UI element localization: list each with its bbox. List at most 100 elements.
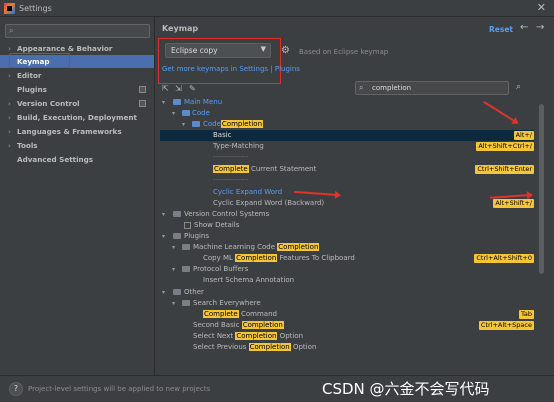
action-search-field[interactable]: ⌕ completion bbox=[355, 81, 509, 95]
more-keymaps-link[interactable]: Get more keymaps in Settings | Plugins bbox=[162, 65, 300, 73]
settings-sidebar: ⌕ › Appearance & Behavior Keymap › Edito… bbox=[0, 17, 155, 375]
help-button[interactable]: ? bbox=[9, 382, 23, 396]
sidebar-item-plugins[interactable]: Plugins bbox=[0, 83, 154, 96]
tree-row-insert-schema[interactable]: Insert Schema Annotation bbox=[160, 275, 534, 286]
keymap-select[interactable]: Eclipse copy ▼ bbox=[165, 43, 271, 58]
tree-row-code[interactable]: ▾ Code bbox=[160, 108, 534, 119]
expanded-icon: ▾ bbox=[172, 266, 176, 273]
tree-scrollbar[interactable] bbox=[539, 99, 544, 361]
tree-row-show-details[interactable]: Show Details bbox=[160, 220, 534, 231]
find-by-shortcut-icon[interactable]: ⌕ bbox=[516, 82, 521, 92]
tree-row-search-everywhere[interactable]: ▾ Search Everywhere bbox=[160, 298, 534, 309]
tree-row-basic[interactable]: Basic Alt+/ bbox=[160, 130, 534, 141]
folder-icon bbox=[173, 99, 181, 105]
sidebar-item-advanced[interactable]: Advanced Settings bbox=[0, 153, 154, 166]
folder-icon bbox=[182, 110, 190, 116]
search-icon: ⌕ bbox=[359, 83, 364, 92]
back-arrow-icon[interactable]: ← bbox=[520, 22, 528, 33]
tree-row-code-completion[interactable]: ▾ CodeCompletion bbox=[160, 119, 534, 130]
folder-icon bbox=[192, 121, 200, 127]
tree-row-separator: -------------- bbox=[160, 175, 534, 186]
sidebar-search[interactable]: ⌕ bbox=[5, 24, 150, 38]
tree-row-second-basic[interactable]: Second Basic Completion Ctrl+Alt+Space bbox=[160, 320, 534, 331]
tree-row-protocol-buffers[interactable]: ▾ Protocol Buffers bbox=[160, 264, 534, 275]
based-on-label: Based on Eclipse keymap bbox=[299, 48, 389, 56]
tree-row-select-previous[interactable]: Select Previous Completion Option bbox=[160, 342, 534, 353]
sidebar-item-build[interactable]: › Build, Execution, Deployment bbox=[0, 111, 154, 124]
sidebar-item-version-control[interactable]: › Version Control bbox=[0, 97, 154, 110]
tree-label: Complete Current Statement bbox=[213, 165, 317, 173]
tree-row-select-next[interactable]: Select Next Completion Option bbox=[160, 331, 534, 342]
project-scope-icon bbox=[139, 100, 146, 107]
tree-label: Cyclic Expand Word bbox=[213, 188, 283, 196]
tree-label: Main Menu bbox=[184, 98, 223, 106]
shortcut-badge: Alt+Shift+/ bbox=[493, 199, 534, 208]
tree-label: Machine Learning Code Completion bbox=[193, 243, 320, 251]
tree-row-type-matching[interactable]: Type-Matching Alt+Shift+Ctrl+/ bbox=[160, 141, 534, 152]
expanded-icon: ▾ bbox=[172, 110, 176, 117]
tree-row-complete-current-statement[interactable]: Complete Current Statement Ctrl+Shift+En… bbox=[160, 164, 534, 175]
tree-row-ml-completion[interactable]: ▾ Machine Learning Code Completion bbox=[160, 242, 534, 253]
tree-row-plugins[interactable]: ▾ Plugins bbox=[160, 231, 534, 242]
tree-label: Version Control Systems bbox=[184, 210, 270, 218]
sidebar-item-label: Plugins bbox=[17, 85, 47, 94]
separator: -------------- bbox=[213, 176, 249, 184]
collapse-all-icon[interactable]: ⇲ bbox=[175, 84, 182, 93]
tree-label: Select Next Completion Option bbox=[193, 332, 304, 340]
chevron-down-icon: ▼ bbox=[260, 45, 266, 53]
tree-label: Basic bbox=[213, 131, 232, 139]
keymap-select-value: Eclipse copy bbox=[171, 46, 218, 55]
sidebar-item-editor[interactable]: › Editor bbox=[0, 69, 154, 82]
expanded-icon: ▾ bbox=[172, 300, 176, 307]
sidebar-item-label: Version Control bbox=[17, 99, 80, 108]
tree-row-separator: -------------- bbox=[160, 152, 534, 163]
expanded-icon: ▾ bbox=[162, 289, 166, 296]
folder-icon bbox=[173, 289, 181, 295]
expanded-icon: ▾ bbox=[162, 99, 166, 106]
folder-icon bbox=[182, 244, 190, 250]
scrollbar-thumb[interactable] bbox=[539, 104, 544, 274]
folder-icon bbox=[173, 211, 181, 217]
tree-row-complete-command[interactable]: Complete Command Tab bbox=[160, 309, 534, 320]
sidebar-item-label: Languages & Frameworks bbox=[17, 127, 122, 136]
chevron-right-icon: › bbox=[8, 71, 11, 80]
watermark: CSDN @六金不会写代码 bbox=[322, 380, 490, 398]
sidebar-item-label: Editor bbox=[17, 71, 42, 80]
expanded-icon: ▾ bbox=[162, 211, 166, 218]
tree-row-copy-ml[interactable]: Copy ML Completion Features To Clipboard… bbox=[160, 253, 534, 264]
tree-row-vcs[interactable]: ▾ Version Control Systems bbox=[160, 209, 534, 220]
close-icon[interactable]: ✕ bbox=[537, 1, 546, 14]
edit-pencil-icon[interactable]: ✎ bbox=[189, 84, 196, 93]
chevron-right-icon: › bbox=[8, 113, 11, 122]
sidebar-item-tools[interactable]: › Tools bbox=[0, 139, 154, 152]
tree-label: CodeCompletion bbox=[203, 120, 264, 128]
tree-label: Type-Matching bbox=[213, 142, 264, 150]
tree-row-other[interactable]: ▾ Other bbox=[160, 287, 534, 298]
sidebar-item-label: Build, Execution, Deployment bbox=[17, 113, 137, 122]
tree-label: Other bbox=[184, 288, 204, 296]
annotation-box-keymap bbox=[9, 53, 70, 68]
expanded-icon: ▾ bbox=[162, 233, 166, 240]
reset-link[interactable]: Reset bbox=[489, 25, 513, 34]
intellij-logo-icon bbox=[4, 2, 15, 14]
tree-row-main-menu[interactable]: ▾ Main Menu bbox=[160, 97, 534, 108]
tree-label: Code bbox=[192, 109, 210, 117]
tree-label: Second Basic Completion bbox=[193, 321, 284, 329]
sidebar-search-input[interactable] bbox=[20, 26, 145, 36]
forward-arrow-icon[interactable]: → bbox=[536, 22, 544, 33]
settings-footer: ? Project-level settings will be applied… bbox=[0, 375, 554, 402]
action-icon bbox=[184, 222, 191, 229]
tree-label: Select Previous Completion Option bbox=[193, 343, 317, 351]
gear-icon[interactable]: ⚙ bbox=[281, 45, 290, 56]
tree-label: Protocol Buffers bbox=[193, 265, 249, 273]
shortcut-badge: Ctrl+Shift+Enter bbox=[475, 165, 534, 174]
expand-all-icon[interactable]: ⇱ bbox=[162, 84, 169, 93]
chevron-right-icon: › bbox=[8, 127, 11, 136]
search-icon: ⌕ bbox=[9, 26, 14, 35]
keymap-panel: Keymap Reset ← → Eclipse copy ▼ ⚙ Based … bbox=[156, 17, 554, 375]
tree-label: Cyclic Expand Word (Backward) bbox=[213, 199, 325, 207]
sidebar-item-languages[interactable]: › Languages & Frameworks bbox=[0, 125, 154, 138]
sidebar-item-label: Tools bbox=[17, 141, 38, 150]
tree-row-cyclic-expand[interactable]: Cyclic Expand Word bbox=[160, 187, 534, 198]
tree-row-cyclic-expand-backward[interactable]: Cyclic Expand Word (Backward) Alt+Shift+… bbox=[160, 198, 534, 209]
